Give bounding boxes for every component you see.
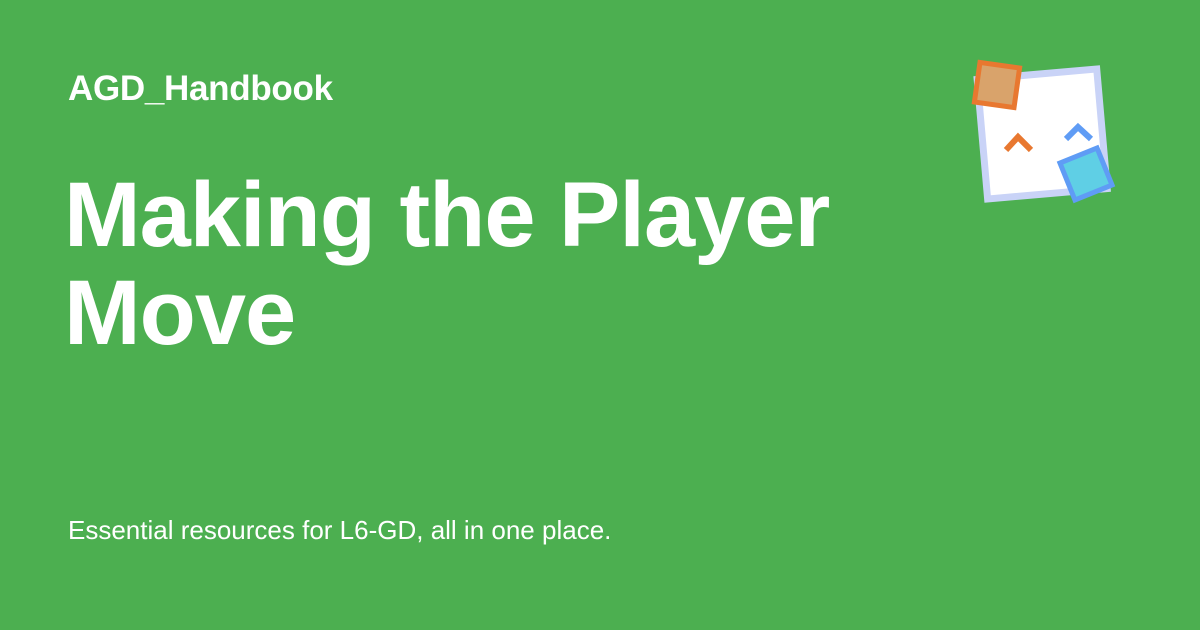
orange-square-icon — [971, 59, 1023, 111]
game-sprites-card-icon — [960, 52, 1130, 212]
page-tagline: Essential resources for L6-GD, all in on… — [68, 515, 612, 545]
site-name: AGD_Handbook — [68, 69, 333, 108]
page-title: Making the Player Move — [64, 164, 830, 364]
